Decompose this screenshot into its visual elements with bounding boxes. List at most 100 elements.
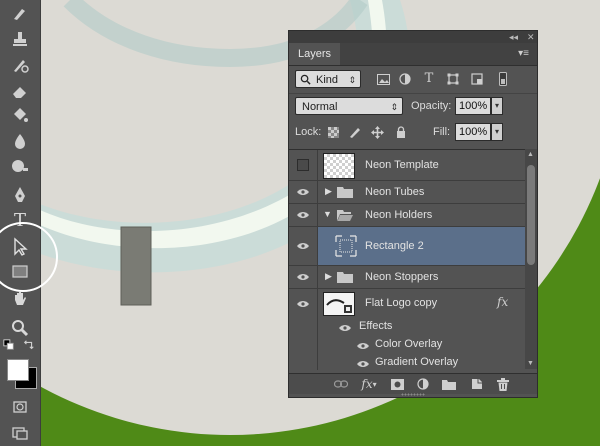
fx-label: fx bbox=[361, 377, 373, 391]
layer-name: Neon Stoppers bbox=[365, 271, 439, 283]
lock-row: Lock: Fill: 100% ▾ bbox=[289, 120, 537, 144]
lock-position-icon[interactable] bbox=[369, 124, 385, 140]
rectangle-2-shape bbox=[120, 226, 152, 306]
filter-row: Kind ⇕ T bbox=[289, 67, 537, 91]
filter-toggle-icon[interactable] bbox=[495, 71, 511, 87]
eye-icon[interactable] bbox=[289, 204, 318, 226]
layer-row-neon-holders[interactable]: ▼ Neon Holders bbox=[289, 204, 525, 227]
layer-row-rectangle-2[interactable]: Rectangle 2 bbox=[289, 227, 525, 266]
clone-stamp-icon[interactable] bbox=[4, 26, 36, 52]
opacity-dropdown-icon[interactable]: ▾ bbox=[491, 97, 503, 115]
effect-row-gradient-overlay[interactable]: Gradient Overlay bbox=[289, 354, 525, 370]
delete-layer-icon[interactable] bbox=[495, 376, 511, 392]
effect-row-color-overlay[interactable]: Color Overlay bbox=[289, 336, 525, 354]
eye-icon[interactable] bbox=[289, 181, 318, 203]
effect-visibility-spacer bbox=[289, 354, 318, 370]
open-folder-icon bbox=[337, 209, 353, 224]
tab-layers[interactable]: Layers bbox=[289, 43, 341, 65]
lock-image-pixels-icon[interactable] bbox=[347, 124, 363, 140]
new-layer-icon[interactable] bbox=[469, 376, 485, 392]
collapse-arrow-icon[interactable]: ▼ bbox=[323, 209, 332, 219]
layer-name: Neon Holders bbox=[365, 209, 433, 221]
eye-icon[interactable] bbox=[357, 359, 369, 370]
new-group-icon[interactable] bbox=[441, 376, 457, 392]
smart-object-thumbnail bbox=[323, 292, 355, 316]
fill-field[interactable]: 100% bbox=[455, 123, 491, 141]
blend-mode-value: Normal bbox=[302, 101, 338, 113]
fill-dropdown-icon[interactable]: ▾ bbox=[491, 123, 503, 141]
blur-icon[interactable] bbox=[4, 128, 36, 154]
foreground-color-swatch[interactable] bbox=[7, 359, 29, 381]
screen-mode-icon[interactable] bbox=[4, 420, 36, 446]
folder-icon bbox=[337, 271, 353, 286]
close-panel-button[interactable]: ✕ bbox=[527, 32, 535, 42]
blend-mode-select[interactable]: Normal ⇕ bbox=[295, 97, 403, 115]
swap-colors-icon[interactable] bbox=[22, 338, 36, 352]
layer-row-neon-template[interactable]: Neon Template bbox=[289, 150, 525, 181]
lock-all-icon[interactable] bbox=[393, 124, 409, 140]
expand-arrow-icon[interactable]: ▶ bbox=[325, 186, 332, 197]
eye-icon[interactable] bbox=[289, 266, 318, 288]
effects-visibility-spacer bbox=[289, 318, 318, 336]
panel-menu-icon[interactable]: ▾≡ bbox=[518, 48, 529, 59]
blend-row: Normal ⇕ Opacity: 100% ▾ bbox=[289, 93, 537, 118]
eye-icon[interactable] bbox=[289, 227, 318, 265]
eye-icon[interactable] bbox=[357, 341, 369, 353]
opacity-label: Opacity: bbox=[411, 100, 452, 112]
type-filter-icon[interactable]: T bbox=[421, 70, 437, 86]
panel-resize-grip[interactable] bbox=[401, 393, 425, 396]
paint-bucket-icon[interactable] bbox=[4, 102, 36, 128]
fx-icon[interactable]: fx bbox=[497, 295, 508, 309]
eye-icon[interactable] bbox=[289, 289, 318, 318]
effect-name: Color Overlay bbox=[375, 338, 443, 350]
adjustment-filter-icon[interactable] bbox=[397, 71, 413, 87]
layers-panel: ◂◂ ✕ Layers ▾≡ Kind ⇕ T Normal ⇕ Opacity… bbox=[288, 30, 538, 398]
layer-name: Rectangle 2 bbox=[365, 240, 424, 252]
layer-row-neon-tubes[interactable]: ▶ Neon Tubes bbox=[289, 181, 525, 204]
filter-kind-label: Kind bbox=[316, 74, 339, 86]
fill-label: Fill: bbox=[433, 126, 451, 138]
layer-row-neon-stoppers[interactable]: ▶ Neon Stoppers bbox=[289, 266, 525, 289]
layer-effects-row[interactable]: Effects bbox=[289, 318, 525, 336]
add-style-icon[interactable]: fx ▾ bbox=[361, 376, 377, 392]
panel-tab-bar: Layers ▾≡ bbox=[289, 43, 537, 66]
visibility-toggle-off[interactable] bbox=[289, 150, 318, 180]
add-mask-icon[interactable] bbox=[389, 376, 405, 392]
smart-object-filter-icon[interactable] bbox=[469, 71, 485, 87]
default-colors-icon[interactable] bbox=[2, 338, 16, 352]
adjustment-layer-icon[interactable] bbox=[415, 376, 431, 392]
link-layers-icon[interactable] bbox=[333, 376, 349, 392]
layer-row-flat-logo-copy[interactable]: Flat Logo copy fx bbox=[289, 289, 525, 318]
layer-name: Neon Tubes bbox=[365, 186, 425, 198]
effects-label: Effects bbox=[359, 320, 393, 332]
eye-icon[interactable] bbox=[339, 323, 351, 335]
pixel-filter-icon[interactable] bbox=[375, 71, 391, 87]
lock-transparent-pixels-icon[interactable] bbox=[325, 124, 341, 140]
opacity-field[interactable]: 100% bbox=[455, 97, 491, 115]
panel-title-bar[interactable]: ◂◂ ✕ bbox=[289, 31, 537, 43]
search-icon bbox=[300, 71, 311, 91]
scroll-up-icon[interactable]: ▲ bbox=[527, 151, 534, 158]
filter-kind-select[interactable]: Kind ⇕ bbox=[295, 70, 361, 88]
scroll-down-icon[interactable]: ▼ bbox=[527, 360, 534, 367]
effect-name: Gradient Overlay bbox=[375, 356, 459, 368]
layer-name: Neon Template bbox=[365, 159, 439, 171]
brush-icon[interactable] bbox=[4, 0, 36, 26]
pen-icon[interactable] bbox=[4, 182, 36, 208]
layers-footer: fx ▾ bbox=[289, 373, 537, 394]
folder-icon bbox=[337, 186, 353, 201]
layer-name: Flat Logo copy bbox=[365, 297, 438, 309]
effect-visibility-spacer bbox=[289, 336, 318, 354]
collapse-panel-button[interactable]: ◂◂ bbox=[509, 32, 518, 42]
lock-label: Lock: bbox=[295, 126, 322, 138]
dodge-icon[interactable] bbox=[4, 153, 36, 179]
layer-thumbnail-transparent bbox=[323, 153, 355, 179]
shape-filter-icon[interactable] bbox=[445, 71, 461, 87]
history-brush-icon[interactable] bbox=[4, 52, 36, 78]
chevron-updown-icon: ⇕ bbox=[390, 102, 398, 112]
quick-mask-icon[interactable] bbox=[4, 394, 36, 420]
eraser-icon[interactable] bbox=[4, 78, 36, 104]
scroll-thumb[interactable] bbox=[527, 165, 535, 265]
expand-arrow-icon[interactable]: ▶ bbox=[325, 271, 332, 282]
layers-scrollbar[interactable]: ▲ ▼ bbox=[525, 149, 537, 369]
